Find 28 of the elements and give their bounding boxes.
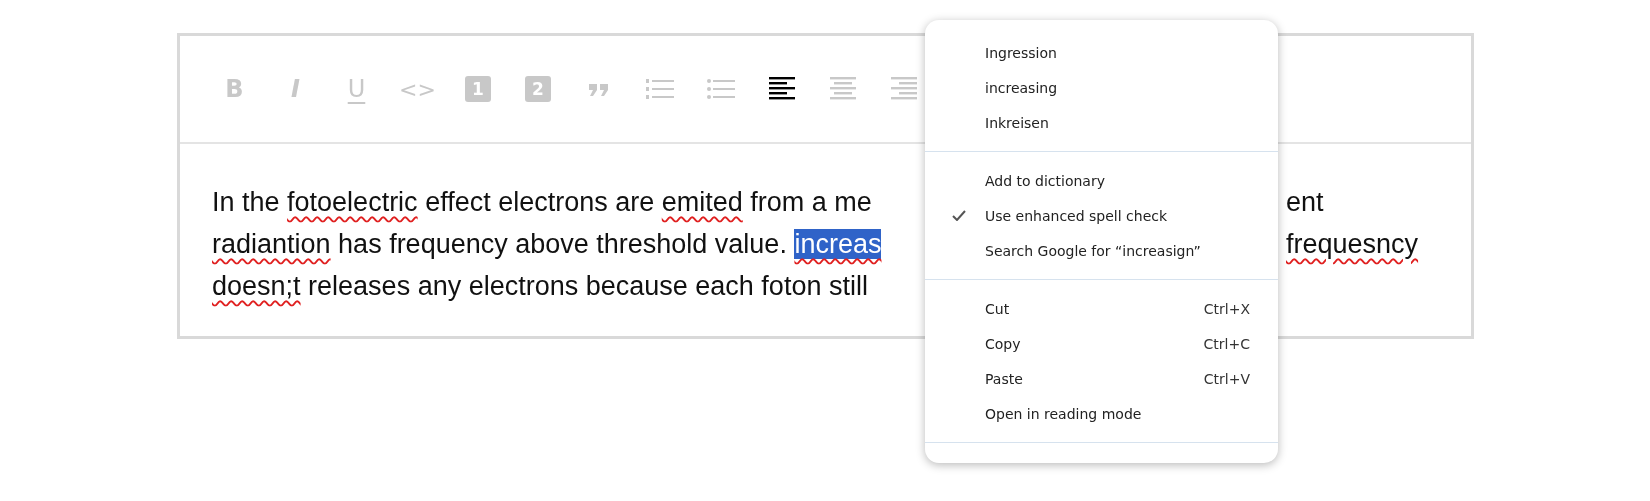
menu-item[interactable]: Ingression [925,35,1278,70]
menu-item[interactable]: Use enhanced spell check [925,198,1278,233]
menu-item[interactable]: Paste Ctrl+V [925,361,1278,396]
menu-item[interactable]: Open in reading mode [925,396,1278,431]
quote-icon [587,81,610,97]
body-text: releases any electrons because each foton still [307,270,868,301]
menu-item[interactable]: Copy Ctrl+C [925,326,1278,361]
align-right-icon [890,77,917,101]
misspelled-word: frequesncy [1286,228,1419,259]
body-text: effect electrons are [424,186,656,217]
misspelled-word: emited [661,186,743,217]
menu-item[interactable]: Cut Ctrl+X [925,291,1278,326]
selected-text: increas [794,228,882,259]
misspelled-word: doesn;t [212,270,301,301]
menu-item[interactable]: Inkreisen [925,105,1278,140]
menu-item[interactable]: increasing [925,70,1278,105]
menu-item[interactable]: Search Google for “increasign” [925,233,1278,268]
align-center-icon [829,77,856,101]
body-text: ent [1286,186,1324,217]
misspelled-word: radiantion [212,228,331,259]
numbered-list-icon [645,78,674,100]
misspelled-word: fotoelectric [287,186,418,217]
menu-item[interactable]: Add to dictionary [925,163,1278,198]
body-text: In the [212,186,281,217]
body-text: from a me [749,186,872,217]
align-left-icon [768,77,795,101]
bullet-list-icon [706,78,735,100]
body-text: has frequency above threshold value. [337,228,788,259]
